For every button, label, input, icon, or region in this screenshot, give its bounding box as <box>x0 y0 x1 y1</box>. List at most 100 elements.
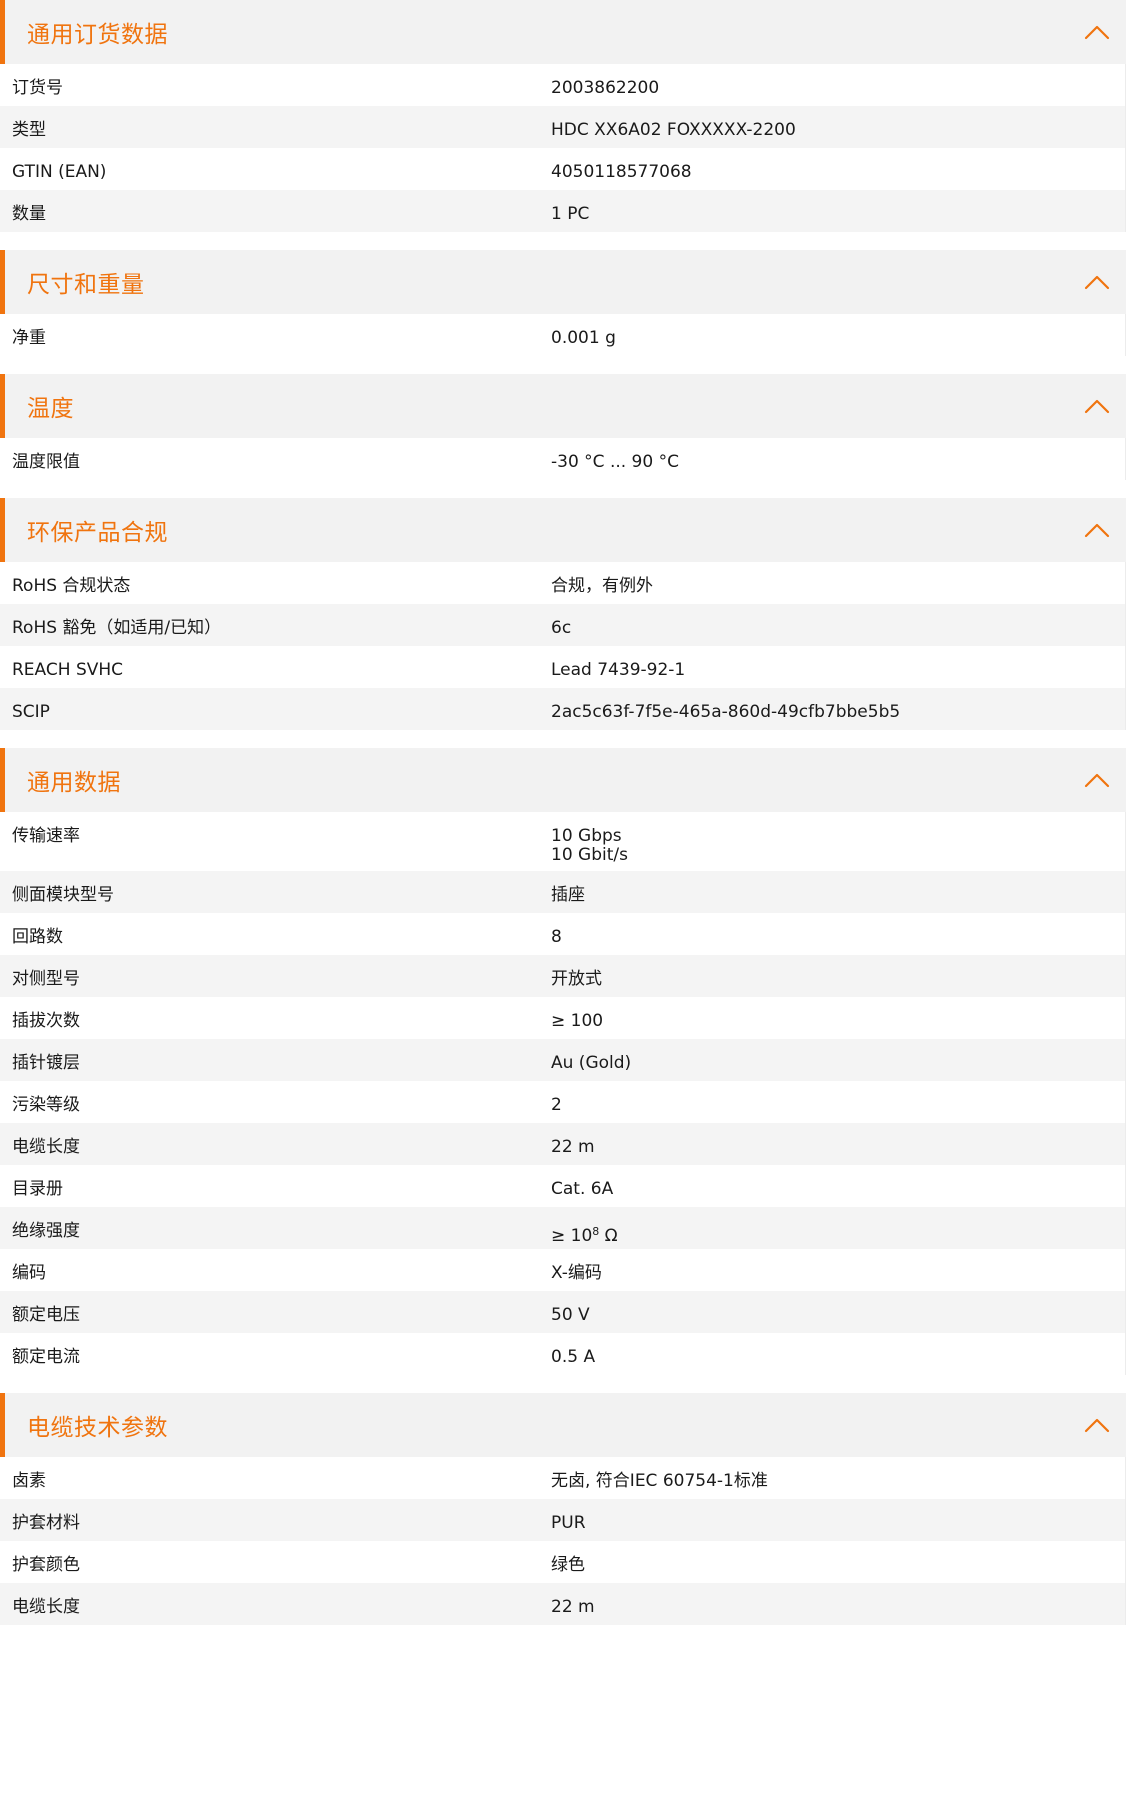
table-row: 目录册 Cat. 6A <box>0 1165 1126 1207</box>
row-value-text: 0.001 g <box>551 328 616 348</box>
section-header[interactable]: 通用订货数据 <box>0 0 1126 64</box>
row-value-text: 50 V <box>551 1305 590 1325</box>
row-value-text: 22 m <box>551 1137 595 1157</box>
row-value: 合规，有例外 <box>551 577 1125 596</box>
section-title: 温度 <box>27 396 74 422</box>
row-label: 插拔次数 <box>12 1011 80 1031</box>
row-label: 护套材料 <box>12 1513 80 1533</box>
row-value-text: 22 m <box>551 1597 595 1617</box>
table-row: 额定电流 0.5 A <box>0 1333 1126 1375</box>
table-row: 护套颜色 绿色 <box>0 1541 1126 1583</box>
section-title: 尺寸和重量 <box>27 272 145 298</box>
row-value-text: 开放式 <box>551 969 602 989</box>
row-value: 无卤, 符合IEC 60754-1标准 <box>551 1472 1125 1491</box>
row-value: 22 m <box>551 1598 1125 1617</box>
row-value: 8 <box>551 928 1125 947</box>
section-panel: 通用数据 传输速率 10 Gbps 10 Gbit/s 侧面模块型号 插座 回路数 8 对侧型… <box>0 748 1126 1375</box>
table-row: SCIP 2ac5c63f-7f5e-465a-860d-49cfb7bbe5b5 <box>0 688 1126 730</box>
table-row: 插拔次数 ≥ 100 <box>0 997 1126 1039</box>
row-value: 绿色 <box>551 1556 1125 1575</box>
row-value: 2003862200 <box>551 79 1125 98</box>
row-label: 绝缘强度 <box>12 1221 80 1241</box>
row-label: 卤素 <box>12 1471 46 1491</box>
chevron-up-icon[interactable] <box>1082 770 1112 790</box>
row-value-text: 2ac5c63f-7f5e-465a-860d-49cfb7bbe5b5 <box>551 702 901 722</box>
table-row: RoHS 合规状态 合规，有例外 <box>0 562 1126 604</box>
row-value-text: Cat. 6A <box>551 1179 614 1199</box>
row-value: 插座 <box>551 886 1125 905</box>
row-value-text: 插座 <box>551 885 585 905</box>
row-label: REACH SVHC <box>12 660 124 680</box>
row-value: ≥ 100 <box>551 1012 1125 1031</box>
chevron-up-icon[interactable] <box>1082 22 1112 42</box>
row-value: PUR <box>551 1514 1125 1533</box>
row-value-text: 2003862200 <box>551 78 660 98</box>
table-row: GTIN (EAN) 4050118577068 <box>0 148 1126 190</box>
section-header[interactable]: 环保产品合规 <box>0 498 1126 562</box>
row-value-text: Lead 7439-92-1 <box>551 660 686 680</box>
table-row: 对侧型号 开放式 <box>0 955 1126 997</box>
table-row: 净重 0.001 g <box>0 314 1126 356</box>
row-value: Cat. 6A <box>551 1180 1125 1199</box>
row-value-text: Au (Gold) <box>551 1053 632 1073</box>
row-value-text: ≥ 100 <box>551 1011 604 1031</box>
row-value-text: HDC XX6A02 FOXXXXX-2200 <box>551 120 796 140</box>
section-header[interactable]: 通用数据 <box>0 748 1126 812</box>
row-label: 插针镀层 <box>12 1053 80 1073</box>
row-label: 对侧型号 <box>12 969 80 989</box>
row-value: HDC XX6A02 FOXXXXX-2200 <box>551 121 1125 140</box>
row-value: Au (Gold) <box>551 1054 1125 1073</box>
row-label: 传输速率 <box>12 826 80 846</box>
table-row: 编码 X-编码 <box>0 1249 1126 1291</box>
row-value-text: ≥ 10 <box>551 1226 593 1246</box>
row-value: 10 Gbps 10 Gbit/s <box>551 827 1125 865</box>
chevron-up-icon[interactable] <box>1082 520 1112 540</box>
section-title: 电缆技术参数 <box>27 1415 168 1441</box>
table-row: 温度限值 -30 °C ... 90 °C <box>0 438 1126 480</box>
table-row: 数量 1 PC <box>0 190 1126 232</box>
row-label: 侧面模块型号 <box>12 885 114 905</box>
section-title: 通用订货数据 <box>27 22 168 48</box>
section-panel: 通用订货数据订货号 2003862200 类型 HDC XX6A02 FOXXXXX-… <box>0 0 1126 232</box>
table-row: RoHS 豁免（如适用/已知） 6c <box>0 604 1126 646</box>
row-value: 1 PC <box>551 205 1125 224</box>
chevron-up-icon[interactable] <box>1082 1415 1112 1435</box>
row-label: 护套颜色 <box>12 1555 80 1575</box>
row-label: 数量 <box>12 204 46 224</box>
data-table: 卤素 无卤, 符合IEC 60754-1标准护套材料 PUR 护套颜色 绿色电缆长度 22… <box>0 1457 1126 1625</box>
row-value: 50 V <box>551 1306 1125 1325</box>
section-panel: 电缆技术参数卤素 无卤, 符合IEC 60754-1标准护套材料 PUR 护套颜色 绿色… <box>0 1393 1126 1625</box>
section-panel: 温度温度限值 -30 °C ... 90 °C <box>0 374 1126 480</box>
row-label: 类型 <box>12 120 46 140</box>
row-label: 电缆长度 <box>12 1137 80 1157</box>
section-header[interactable]: 电缆技术参数 <box>0 1393 1126 1457</box>
data-table: RoHS 合规状态 合规，有例外 RoHS 豁免（如适用/已知） 6c REACH SV… <box>0 562 1126 730</box>
row-value: -30 °C ... 90 °C <box>551 453 1125 472</box>
row-label: 目录册 <box>12 1179 63 1199</box>
row-value-text: 10 Gbps 10 Gbit/s <box>551 826 628 865</box>
table-row: 订货号 2003862200 <box>0 64 1126 106</box>
row-label: GTIN (EAN) <box>12 162 107 182</box>
row-value: 6c <box>551 619 1125 638</box>
row-value: Lead 7439-92-1 <box>551 661 1125 680</box>
section-header[interactable]: 尺寸和重量 <box>0 250 1126 314</box>
table-row: 额定电压 50 V <box>0 1291 1126 1333</box>
row-label: 温度限值 <box>12 452 80 472</box>
data-table: 温度限值 -30 °C ... 90 °C <box>0 438 1126 480</box>
table-row: 传输速率 10 Gbps 10 Gbit/s <box>0 812 1126 871</box>
table-row: 电缆长度 22 m <box>0 1583 1126 1625</box>
chevron-up-icon[interactable] <box>1082 272 1112 292</box>
row-value-text: 4050118577068 <box>551 162 692 182</box>
section-panel: 尺寸和重量净重 0.001 g <box>0 250 1126 356</box>
row-value-text: 0.5 A <box>551 1347 596 1367</box>
row-label: 净重 <box>12 328 46 348</box>
row-value-unit: Ω <box>599 1226 618 1246</box>
section-title: 环保产品合规 <box>27 520 168 546</box>
section-header[interactable]: 温度 <box>0 374 1126 438</box>
table-row: 卤素 无卤, 符合IEC 60754-1标准 <box>0 1457 1126 1499</box>
section-title: 通用数据 <box>27 770 121 796</box>
chevron-up-icon[interactable] <box>1082 396 1112 416</box>
table-row: 污染等级 2 <box>0 1081 1126 1123</box>
row-value: ≥ 108 Ω <box>551 1222 1125 1246</box>
row-value: 0.001 g <box>551 329 1125 348</box>
